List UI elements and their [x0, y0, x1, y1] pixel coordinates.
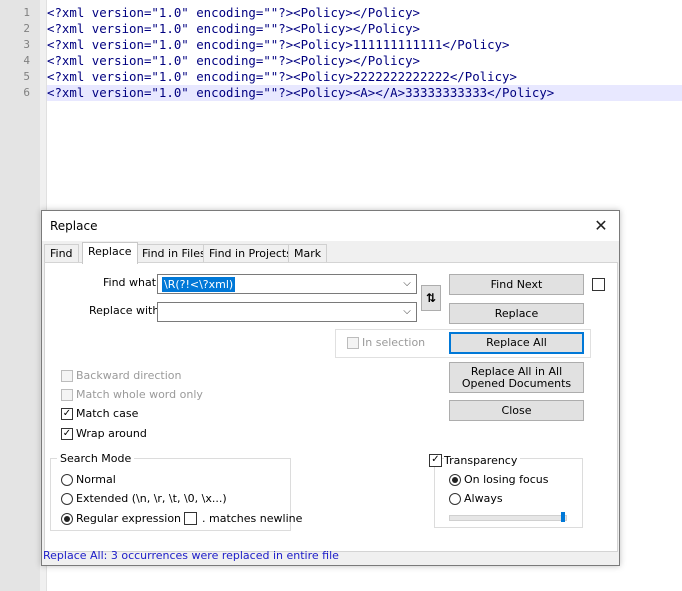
line-number: 5 [23, 70, 30, 83]
find-next-button[interactable]: Find Next [449, 274, 584, 295]
line-number: 3 [23, 38, 30, 51]
dialog-titlebar[interactable]: Replace ✕ [42, 211, 619, 241]
tab-replace[interactable]: Replace [82, 242, 138, 264]
tab-find-in-projects[interactable]: Find in Projects [203, 244, 298, 263]
in-selection-label: In selection [362, 336, 426, 349]
status-message: Replace All: 3 occurrences were replaced… [43, 549, 339, 562]
match-case-checkbox[interactable]: ✓ [61, 408, 73, 420]
find-next-option-checkbox[interactable] [592, 278, 605, 291]
regular-expression-radio[interactable] [61, 513, 73, 525]
dot-matches-newline-checkbox[interactable] [184, 512, 197, 525]
editor-line[interactable]: <?xml version="1.0" encoding=""?><Policy… [47, 21, 682, 37]
editor-line[interactable]: <?xml version="1.0" encoding=""?><Policy… [47, 53, 682, 69]
line-number: 2 [23, 22, 30, 35]
search-mode-title: Search Mode [57, 452, 135, 465]
extended-radio[interactable] [61, 493, 73, 505]
match-whole-word-checkbox[interactable] [61, 389, 73, 401]
chevron-down-icon[interactable]: ⌵ [400, 304, 414, 320]
in-selection-checkbox[interactable] [347, 337, 359, 349]
on-losing-focus-radio[interactable] [449, 474, 461, 486]
always-radio[interactable] [449, 493, 461, 505]
close-icon[interactable]: ✕ [589, 214, 613, 238]
editor-line[interactable]: <?xml version="1.0" encoding=""?><Policy… [47, 37, 682, 53]
chevron-down-icon[interactable]: ⌵ [400, 276, 414, 292]
match-whole-word-label: Match whole word only [76, 388, 203, 401]
extended-label: Extended (\n, \r, \t, \0, \x...) [76, 492, 227, 505]
replace-dialog: Replace ✕ Find Replace Find in Files Fin… [41, 210, 620, 566]
replace-tab-panel: Find what : \R(?!<\?xml) ⌵ ⇅ Replace wit… [44, 262, 618, 552]
line-number: 6 [23, 86, 30, 99]
normal-label: Normal [76, 473, 116, 486]
replace-with-combo[interactable]: ⌵ [157, 302, 417, 322]
tab-mark[interactable]: Mark [288, 244, 328, 263]
match-case-label: Match case [76, 407, 139, 420]
tab-find[interactable]: Find [44, 244, 79, 263]
line-number: 1 [23, 6, 30, 19]
on-losing-focus-label: On losing focus [464, 473, 549, 486]
close-button[interactable]: Close [449, 400, 584, 421]
wrap-around-label: Wrap around [76, 427, 147, 440]
status-bar: Replace All: 3 occurrences were replaced… [42, 546, 619, 565]
replace-all-opened-button[interactable]: Replace All in All Opened Documents [449, 362, 584, 393]
replace-with-label: Replace with : [89, 304, 167, 317]
regular-expression-label: Regular expression [76, 512, 182, 525]
dot-matches-newline-label: . matches newline [202, 512, 303, 525]
find-what-label: Find what : [103, 276, 164, 289]
dialog-title: Replace [50, 219, 98, 233]
replace-button[interactable]: Replace [449, 303, 584, 324]
line-number: 4 [23, 54, 30, 67]
replace-all-button[interactable]: Replace All [449, 332, 584, 354]
transparency-slider-track[interactable] [449, 515, 567, 521]
transparency-title: Transparency [444, 454, 521, 467]
transparency-checkbox[interactable]: ✓ [429, 454, 442, 467]
transparency-slider-thumb[interactable] [561, 512, 565, 522]
normal-radio[interactable] [61, 474, 73, 486]
line-number-gutter: 1 2 3 4 5 6 [0, 0, 40, 591]
editor-line-current[interactable]: <?xml version="1.0" encoding=""?><Policy… [47, 85, 682, 101]
tab-find-in-files[interactable]: Find in Files [136, 244, 212, 263]
editor-line[interactable]: <?xml version="1.0" encoding=""?><Policy… [47, 69, 682, 85]
always-label: Always [464, 492, 503, 505]
editor-line[interactable]: <?xml version="1.0" encoding=""?><Policy… [47, 5, 682, 21]
find-what-input[interactable]: \R(?!<\?xml) [162, 277, 236, 292]
find-what-combo[interactable]: \R(?!<\?xml) ⌵ [157, 274, 417, 294]
wrap-around-checkbox[interactable]: ✓ [61, 428, 73, 440]
backward-direction-checkbox[interactable] [61, 370, 73, 382]
swap-arrows-icon[interactable]: ⇅ [421, 285, 441, 311]
backward-direction-label: Backward direction [76, 369, 182, 382]
